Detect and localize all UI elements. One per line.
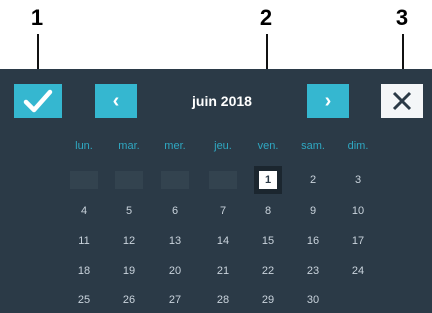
day-cell[interactable]: 16 [298,231,328,251]
day-cell[interactable]: 6 [160,201,190,221]
day-cell[interactable]: 3 [343,170,373,190]
day-cell[interactable]: 4 [69,201,99,221]
selected-day-cell[interactable]: 1 [259,171,277,189]
day-cell[interactable]: 9 [298,201,328,221]
day-cell[interactable]: 5 [114,201,144,221]
day-cell[interactable]: 17 [343,231,373,251]
day-cell[interactable]: 19 [114,261,144,281]
empty-day-cell [70,171,98,189]
day-cell[interactable]: 18 [69,261,99,281]
day-cell[interactable]: 11 [69,231,99,251]
day-cell[interactable]: 29 [253,290,283,310]
day-cell[interactable]: 20 [160,261,190,281]
day-cell[interactable]: 27 [160,290,190,310]
day-cell[interactable]: 2 [298,170,328,190]
day-cell[interactable]: 25 [69,290,99,310]
day-cell[interactable]: 23 [298,261,328,281]
day-cell[interactable]: 30 [298,290,328,310]
day-cell[interactable]: 8 [253,201,283,221]
empty-day-cell [115,171,143,189]
day-cell[interactable]: 24 [343,261,373,281]
day-cell[interactable]: 26 [114,290,144,310]
day-cell[interactable]: 7 [208,201,238,221]
day-cell[interactable]: 28 [208,290,238,310]
empty-day-cell [209,171,237,189]
day-cell[interactable]: 22 [253,261,283,281]
day-cell[interactable]: 13 [160,231,190,251]
day-cell[interactable]: 14 [208,231,238,251]
day-cell[interactable]: 12 [114,231,144,251]
day-cell[interactable]: 10 [343,201,373,221]
empty-day-cell [161,171,189,189]
day-cell[interactable]: 21 [208,261,238,281]
calendar-day-grid: 1 2 3 4 5 6 7 8 9 10 11 12 13 14 15 16 17 18 19 20 21 22 23 24 2… [0,0,432,313]
day-cell[interactable]: 15 [253,231,283,251]
